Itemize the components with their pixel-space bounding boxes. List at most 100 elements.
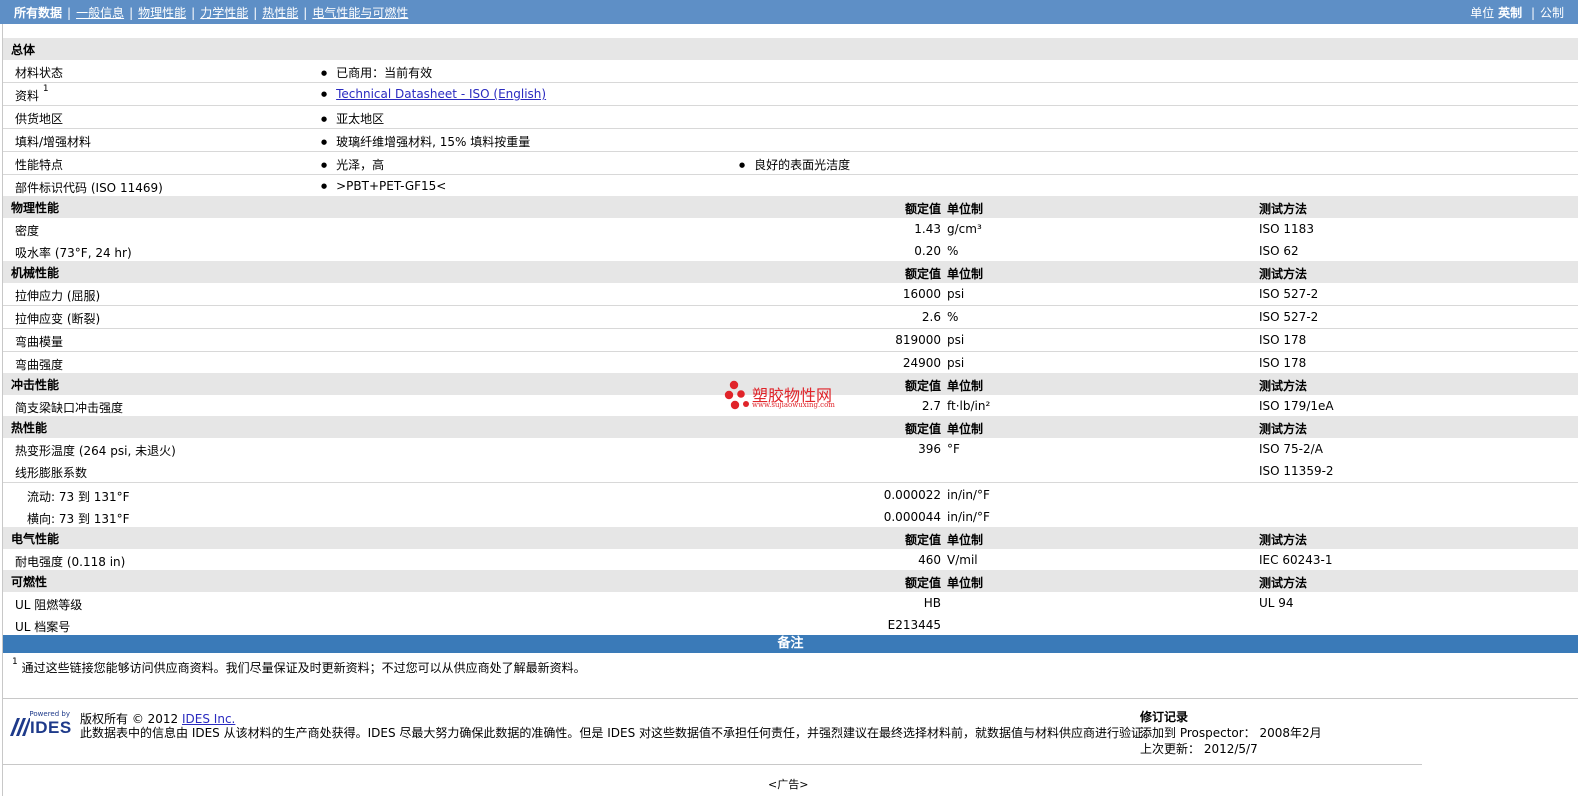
nav-all-data[interactable]: 所有数据 — [14, 6, 62, 20]
property-value: 2.7 — [921, 399, 941, 413]
table-row: 热变形温度 (264 psi, 未退火) 396 °F ISO 75-2/A — [3, 438, 1578, 461]
property-unit: psi — [947, 287, 965, 301]
property-unit: % — [947, 310, 959, 324]
property-unit: in/in/°F — [947, 510, 990, 524]
divider — [3, 698, 1578, 699]
table-row: 填料/增强材料 玻璃纤维增强材料, 15% 填料按重量 — [3, 129, 1578, 152]
table-row: 性能特点 光泽，高 良好的表面光洁度 — [3, 152, 1578, 175]
section-title: 电气性能 — [11, 532, 60, 546]
property-unit: g/cm³ — [947, 222, 982, 236]
table-row: 线形膨胀系数 ISO 11359-2 — [3, 460, 1578, 483]
test-method: ISO 178 — [1259, 356, 1307, 370]
col-header-unit: 单位制 — [947, 379, 984, 393]
revision-title: 修订记录 — [1140, 710, 1189, 724]
property-value: E213445 — [887, 618, 941, 632]
property-value: 玻璃纤维增强材料, 15% 填料按重量 — [321, 133, 530, 150]
property-value: 396 — [918, 442, 941, 456]
section-title: 总体 — [11, 43, 36, 57]
nav-physical[interactable]: 物理性能 — [138, 6, 186, 20]
property-label: 吸水率 (73°F, 24 hr) — [15, 246, 132, 260]
property-value: 0.000044 — [883, 510, 941, 524]
nav-thermal[interactable]: 热性能 — [262, 6, 298, 20]
test-method: UL 94 — [1259, 596, 1294, 610]
nav-electrical[interactable]: 电气性能与可燃性 — [312, 6, 408, 20]
property-value: 亚太地区 — [321, 110, 384, 127]
test-method: ISO 62 — [1259, 244, 1299, 258]
section-links: 所有数据 | 一般信息 | 物理性能 | 力学性能 | 热性能 | 电气性能与可燃性 — [14, 6, 409, 20]
section-mechanical: 机械性能 额定值 单位制 测试方法 — [3, 261, 1578, 284]
test-method: ISO 1183 — [1259, 222, 1314, 236]
property-unit: in/in/°F — [947, 488, 990, 502]
property-label: 热变形温度 (264 psi, 未退火) — [15, 444, 176, 458]
col-header-method: 测试方法 — [1259, 267, 1308, 281]
property-label: 材料状态 — [15, 66, 64, 80]
property-value: 2.6 — [921, 310, 941, 324]
col-header-value: 额定值 — [904, 379, 941, 393]
property-value: 良好的表面光洁度 — [739, 156, 850, 173]
property-label: 流动: 73 到 131°F — [27, 490, 130, 504]
property-value: 1.43 — [914, 222, 941, 236]
section-title: 可燃性 — [11, 575, 48, 589]
nav-general-info[interactable]: 一般信息 — [76, 6, 124, 20]
property-label: UL 阻燃等级 — [15, 598, 83, 612]
section-general: 总体 — [3, 38, 1578, 61]
col-header-unit: 单位制 — [947, 576, 984, 590]
table-row: 流动: 73 到 131°F 0.000022 in/in/°F — [3, 484, 1578, 507]
divider — [3, 764, 1422, 765]
test-method: ISO 527-2 — [1259, 310, 1319, 324]
unit-english[interactable]: 英制 — [1498, 6, 1522, 20]
table-row: 材料状态 已商用：当前有效 — [3, 60, 1578, 83]
col-header-method: 测试方法 — [1259, 422, 1308, 436]
property-unit: V/mil — [947, 553, 978, 567]
datasheet-link[interactable]: Technical Datasheet - ISO (English) — [336, 87, 546, 101]
ides-logo-icon — [10, 718, 30, 736]
property-unit: °F — [947, 442, 960, 456]
property-label: 弯曲模量 — [15, 335, 64, 349]
property-label: 填料/增强材料 — [15, 135, 92, 149]
property-value: 已商用：当前有效 — [321, 64, 432, 81]
col-header-value: 额定值 — [904, 267, 941, 281]
property-value: 819000 — [895, 333, 941, 347]
property-label: 拉伸应力 (屈服) — [15, 289, 101, 303]
property-unit: psi — [947, 356, 965, 370]
section-physical: 物理性能 额定值 单位制 测试方法 — [3, 196, 1578, 219]
datasheet-link-item: Technical Datasheet - ISO (English) — [321, 87, 546, 101]
table-row: 拉伸应力 (屈服) 16000 psi ISO 527-2 — [3, 283, 1578, 306]
property-label: 简支梁缺口冲击强度 — [15, 401, 124, 415]
watermark-dots-icon — [724, 380, 749, 410]
property-value: 24900 — [902, 356, 941, 370]
nav-mechanical[interactable]: 力学性能 — [200, 6, 248, 20]
property-unit: ft·lb/in² — [947, 399, 991, 413]
property-label: 线形膨胀系数 — [15, 466, 88, 480]
property-label: 资料 1 — [15, 84, 49, 103]
property-value: 16000 — [902, 287, 941, 301]
property-value: HB — [923, 596, 941, 610]
ad-label: <广告> — [768, 778, 809, 791]
property-value: >PBT+PET-GF15< — [321, 179, 446, 193]
property-label: 弯曲强度 — [15, 358, 64, 372]
unit-switcher: 单位 英制 | 公制 — [1470, 6, 1564, 20]
property-label: UL 档案号 — [15, 620, 71, 634]
col-header-value: 额定值 — [904, 533, 941, 547]
test-method: ISO 527-2 — [1259, 287, 1319, 301]
test-method: ISO 11359-2 — [1259, 464, 1334, 478]
property-label: 密度 — [15, 224, 40, 238]
table-row: 耐电强度 (0.118 in) 460 V/mil IEC 60243-1 — [3, 549, 1578, 572]
section-flammability: 可燃性 额定值 单位制 测试方法 — [3, 570, 1578, 593]
top-nav: 所有数据 | 一般信息 | 物理性能 | 力学性能 | 热性能 | 电气性能与可燃性 单位 英制 |… — [0, 0, 1578, 24]
section-title: 热性能 — [11, 421, 48, 435]
property-value: 0.20 — [914, 244, 941, 258]
col-header-method: 测试方法 — [1259, 576, 1308, 590]
col-header-method: 测试方法 — [1259, 533, 1308, 547]
footnote: 1 通过这些链接您能够访问供应商资料。我们尽量保证及时更新资料；不过您可以从供应… — [12, 657, 586, 675]
revision-updated: 上次更新： 2012/5/7 — [1140, 742, 1258, 756]
watermark: 塑胶物性网 www.sujiaowuxing.com — [722, 380, 852, 414]
col-header-unit: 单位制 — [947, 422, 984, 436]
unit-metric[interactable]: 公制 — [1540, 6, 1564, 20]
ides-logo[interactable]: Powered by IDES — [8, 710, 72, 737]
table-row: 密度 1.43 g/cm³ ISO 1183 — [3, 218, 1578, 241]
property-label: 横向: 73 到 131°F — [27, 512, 130, 526]
revision-added: 添加到 Prospector： 2008年2月 — [1140, 726, 1322, 740]
disclaimer: 此数据表中的信息由 IDES 从该材料的生产商处获得。IDES 尽最大努力确保此… — [80, 726, 1156, 740]
property-unit: % — [947, 244, 959, 258]
